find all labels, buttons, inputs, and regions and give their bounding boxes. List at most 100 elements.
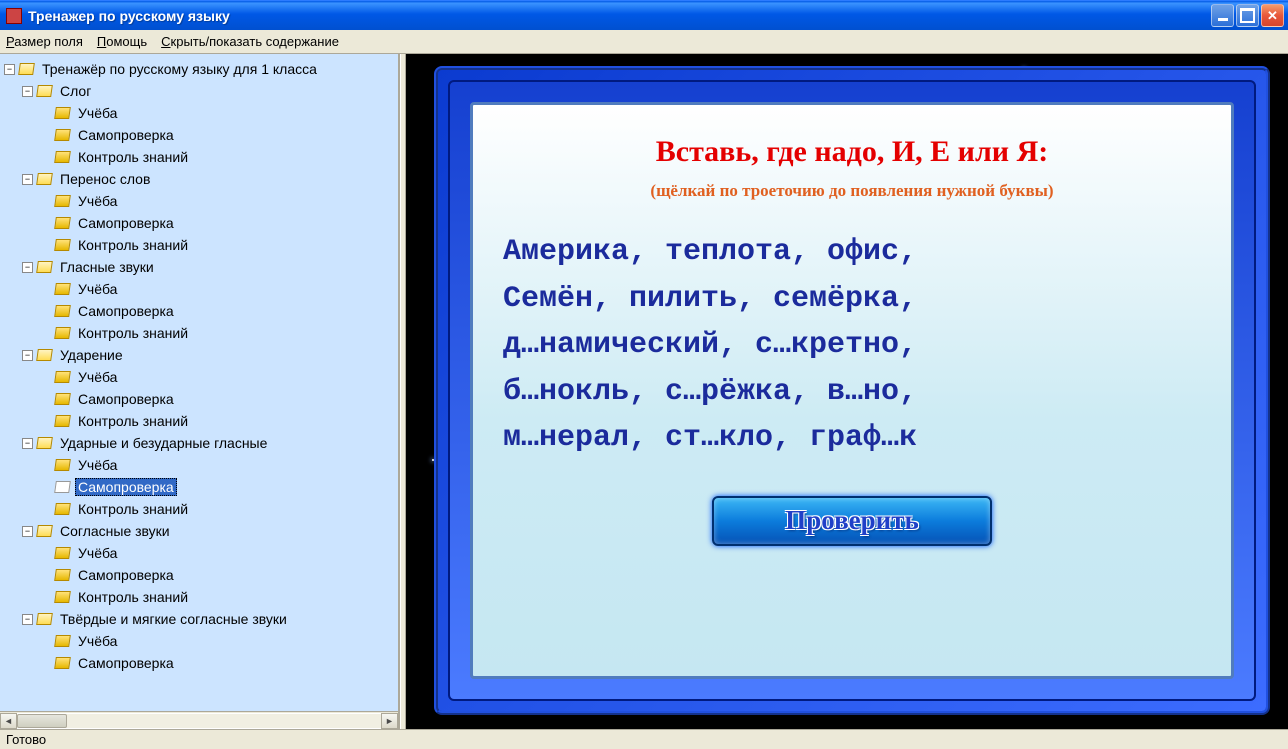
tree-row[interactable]: Контроль знаний [4,322,398,344]
tree-label[interactable]: Согласные звуки [57,522,173,540]
menu-field-size[interactable]: Размер поля [6,34,83,49]
minimize-button[interactable] [1211,4,1234,27]
tree-row[interactable]: Самопроверка [4,476,398,498]
tree-label[interactable]: Учёба [75,632,120,650]
collapse-icon[interactable]: − [4,64,15,75]
tree-label[interactable]: Твёрдые и мягкие согласные звуки [57,610,290,628]
scroll-left-icon[interactable]: ◄ [0,713,17,729]
tree-scrollbar[interactable]: ◄ ► [0,711,398,729]
maximize-button[interactable] [1236,4,1259,27]
tree-row[interactable]: Контроль знаний [4,498,398,520]
collapse-icon[interactable]: − [22,614,33,625]
tree-row[interactable]: Учёба [4,190,398,212]
book-icon [54,151,71,163]
statusbar: Готово [0,729,1288,749]
menu-toggle-toc[interactable]: Скрыть/показать содержание [161,34,339,49]
book-icon [54,371,71,383]
tree-row[interactable]: Учёба [4,630,398,652]
tree-label[interactable]: Ударные и безударные гласные [57,434,270,452]
book-icon [36,85,53,97]
tree-row[interactable]: Контроль знаний [4,410,398,432]
tree-row[interactable]: Учёба [4,278,398,300]
tree-row[interactable]: Самопроверка [4,652,398,674]
tree-row[interactable]: − Твёрдые и мягкие согласные звуки [4,608,398,630]
tree-label[interactable]: Контроль знаний [75,236,191,254]
tree-label[interactable]: Учёба [75,456,120,474]
tree-label[interactable]: Учёба [75,280,120,298]
tree-label[interactable]: Самопроверка [75,566,177,584]
check-button-label: Проверить [785,505,919,536]
scroll-right-icon[interactable]: ► [381,713,398,729]
close-button[interactable] [1261,4,1284,27]
tree-label[interactable]: Ударение [57,346,126,364]
tree-label[interactable]: Контроль знаний [75,500,191,518]
tree-row[interactable]: Учёба [4,542,398,564]
tree-label[interactable]: Самопроверка [75,214,177,232]
tree-label[interactable]: Контроль знаний [75,412,191,430]
tree-label[interactable]: Учёба [75,544,120,562]
tree-row[interactable]: − Слог [4,80,398,102]
book-icon [54,503,71,515]
collapse-icon[interactable]: − [22,438,33,449]
tree-label[interactable]: Учёба [75,192,120,210]
exercise-card: Вставь, где надо, И, Е или Я: (щёлкай по… [470,102,1234,679]
tree-row[interactable]: Контроль знаний [4,146,398,168]
task-line[interactable]: Америка, теплота, офис, [503,229,1201,276]
tree-row[interactable]: Самопроверка [4,124,398,146]
book-icon [54,635,71,647]
tree-row[interactable]: Самопроверка [4,564,398,586]
collapse-icon[interactable]: − [22,86,33,97]
tree-row[interactable]: Учёба [4,102,398,124]
tree-row[interactable]: Самопроверка [4,300,398,322]
content-tree[interactable]: −Тренажёр по русскому языку для 1 класса… [0,54,398,711]
tree-row[interactable]: Учёба [4,366,398,388]
tree-label[interactable]: Учёба [75,368,120,386]
tree-row[interactable]: − Гласные звуки [4,256,398,278]
titlebar: Тренажер по русскому языку [0,0,1288,30]
tree-row[interactable]: Самопроверка [4,212,398,234]
book-icon [54,239,71,251]
book-icon [54,569,71,581]
task-line[interactable]: Семён, пилить, семёрка, [503,276,1201,323]
book-icon [54,459,71,471]
collapse-icon[interactable]: − [22,262,33,273]
scroll-track[interactable] [17,713,381,729]
task-line[interactable]: д…намический, с…кретно, [503,322,1201,369]
book-icon [36,173,53,185]
tree-label[interactable]: Самопроверка [75,478,177,496]
tree-label[interactable]: Контроль знаний [75,148,191,166]
task-words[interactable]: Америка, теплота, офис,Семён, пилить, се… [499,229,1205,462]
tree-row[interactable]: Учёба [4,454,398,476]
tree-label[interactable]: Слог [57,82,94,100]
tree-label[interactable]: Контроль знаний [75,588,191,606]
window-title: Тренажер по русскому языку [28,8,1211,24]
tree-label[interactable]: Контроль знаний [75,324,191,342]
collapse-icon[interactable]: − [22,174,33,185]
tree-label[interactable]: Самопроверка [75,302,177,320]
book-icon [54,195,71,207]
tree-row[interactable]: − Согласные звуки [4,520,398,542]
task-line[interactable]: б…нокль, с…рёжка, в…но, [503,369,1201,416]
book-icon [36,525,53,537]
book-icon [54,305,71,317]
tree-row[interactable]: Контроль знаний [4,234,398,256]
tree-label[interactable]: Учёба [75,104,120,122]
check-button[interactable]: Проверить [712,496,992,546]
scroll-thumb[interactable] [17,714,67,728]
tree-row[interactable]: Контроль знаний [4,586,398,608]
tree-label[interactable]: Тренажёр по русскому языку для 1 класса [39,60,320,78]
tree-label[interactable]: Перенос слов [57,170,153,188]
tree-row[interactable]: − Ударные и безударные гласные [4,432,398,454]
collapse-icon[interactable]: − [22,350,33,361]
tree-row[interactable]: − Ударение [4,344,398,366]
tree-label[interactable]: Самопроверка [75,390,177,408]
tree-row[interactable]: Самопроверка [4,388,398,410]
tree-label[interactable]: Самопроверка [75,126,177,144]
task-line[interactable]: м…нерал, ст…кло, граф…к [503,415,1201,462]
tree-row[interactable]: − Перенос слов [4,168,398,190]
tree-row[interactable]: − Тренажёр по русскому языку для 1 класса [4,58,398,80]
menu-help[interactable]: Помощь [97,34,147,49]
tree-label[interactable]: Самопроверка [75,654,177,672]
collapse-icon[interactable]: − [22,526,33,537]
tree-label[interactable]: Гласные звуки [57,258,157,276]
